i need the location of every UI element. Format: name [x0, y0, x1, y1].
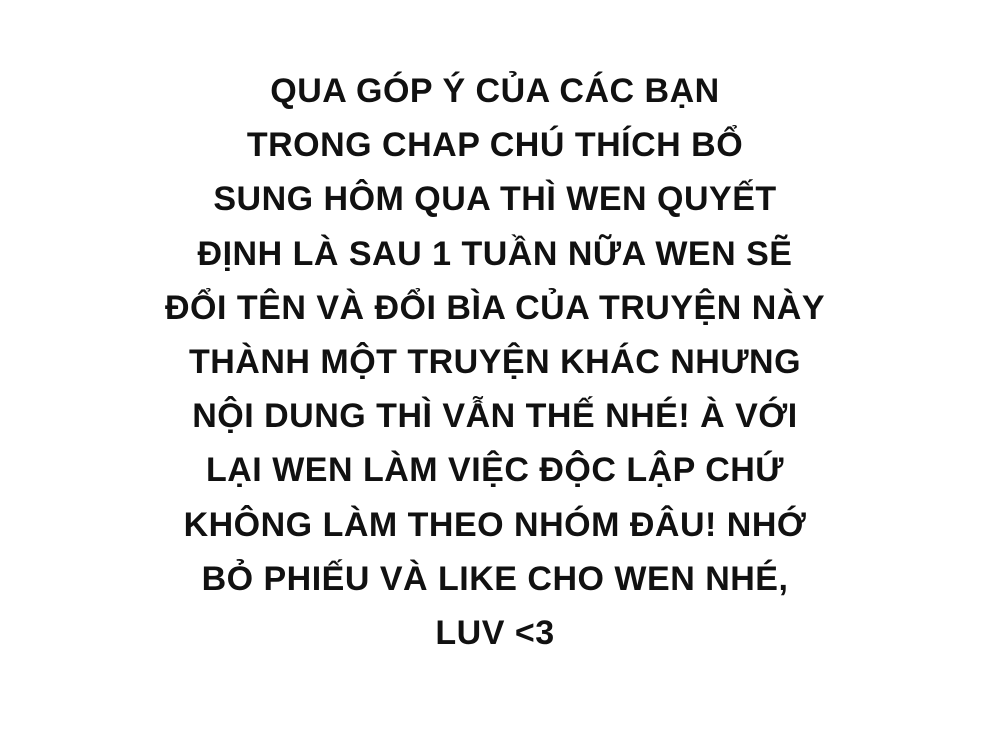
- note-line: TRONG CHAP CHÚ THÍCH BỔ: [246, 126, 744, 165]
- note-line: NỘI DUNG THÌ VẪN THẾ NHÉ! À VỚI: [192, 397, 798, 436]
- note-line: KHÔNG LÀM THEO NHÓM ĐÂU! NHỚ: [183, 505, 807, 544]
- note-line: ĐỊNH LÀ SAU 1 TUẦN NỮA WEN SẼ: [197, 234, 793, 273]
- note-line: QUA GÓP Ý CỦA CÁC BẠN: [270, 72, 720, 110]
- note-line: ĐỔI TÊN VÀ ĐỔI BÌA CỦA TRUYỆN NÀY: [164, 288, 825, 327]
- note-line: BỎ PHIẾU VÀ LIKE CHO WEN NHÉ,: [201, 559, 789, 598]
- note-line: SUNG HÔM QUA THÌ WEN QUYẾT: [213, 180, 777, 219]
- note-signoff: LUV <3: [435, 614, 555, 653]
- translator-note: QUA GÓP Ý CỦA CÁC BẠN TRONG CHAP CHÚ THÍ…: [0, 64, 990, 660]
- note-line: LẠI WEN LÀM VIỆC ĐỘC LẬP CHỨ: [205, 451, 785, 490]
- note-line: THÀNH MỘT TRUYỆN KHÁC NHƯNG: [188, 343, 802, 382]
